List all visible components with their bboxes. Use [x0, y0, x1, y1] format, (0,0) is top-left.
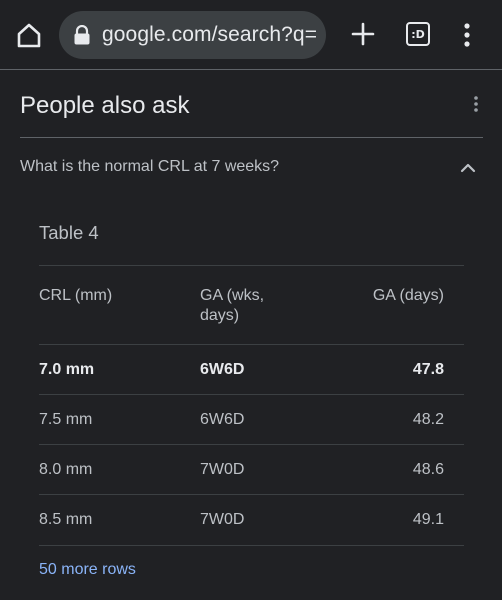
table-cell-ga-wks: 6W6D: [200, 411, 245, 428]
divider: [39, 394, 464, 395]
table-cell-ga-wks: 6W6D: [200, 361, 245, 378]
more-rows-link[interactable]: 50 more rows: [39, 561, 136, 579]
divider: [39, 265, 464, 266]
table-cell-ga-days: 47.8: [412, 361, 444, 378]
table-cell-ga-days: 49.1: [412, 511, 444, 528]
column-header-ga-wks: GA (wks, days): [200, 287, 265, 324]
column-header-ga-days: GA (days): [372, 287, 444, 304]
divider: [39, 545, 464, 546]
more-vert-icon[interactable]: [457, 22, 477, 48]
table-cell-crl: 7.0 mm: [39, 361, 95, 378]
divider: [39, 444, 464, 445]
table-title: Table 4: [39, 222, 99, 243]
section-title: People also ask: [20, 92, 190, 119]
column-header-crl: CRL (mm): [39, 287, 113, 304]
divider: [39, 344, 464, 345]
table-cell-crl: 8.0 mm: [39, 461, 93, 478]
table-cell-ga-days: 48.2: [412, 411, 444, 428]
plus-icon[interactable]: [350, 21, 376, 47]
more-vert-icon[interactable]: [466, 92, 486, 118]
home-icon[interactable]: [14, 20, 44, 50]
tab-switcher-icon[interactable]: :D: [406, 22, 430, 46]
lock-icon: [73, 24, 91, 45]
tab-count: :D: [406, 22, 430, 46]
table-cell-ga-wks: 7W0D: [200, 511, 245, 528]
url-text: google.com/search?q=: [102, 23, 318, 46]
url-bar[interactable]: google.com/search?q=: [59, 11, 326, 59]
table-cell-ga-wks: 7W0D: [200, 461, 245, 478]
table-cell-crl: 7.5 mm: [39, 411, 93, 428]
browser-toolbar: google.com/search?q= :D: [0, 0, 502, 70]
table-cell-crl: 8.5 mm: [39, 511, 93, 528]
divider: [39, 494, 464, 495]
table-cell-ga-days: 48.6: [412, 461, 444, 478]
question-text[interactable]: What is the normal CRL at 7 weeks?: [20, 158, 279, 176]
divider: [20, 137, 483, 138]
chevron-up-icon[interactable]: [458, 158, 478, 178]
